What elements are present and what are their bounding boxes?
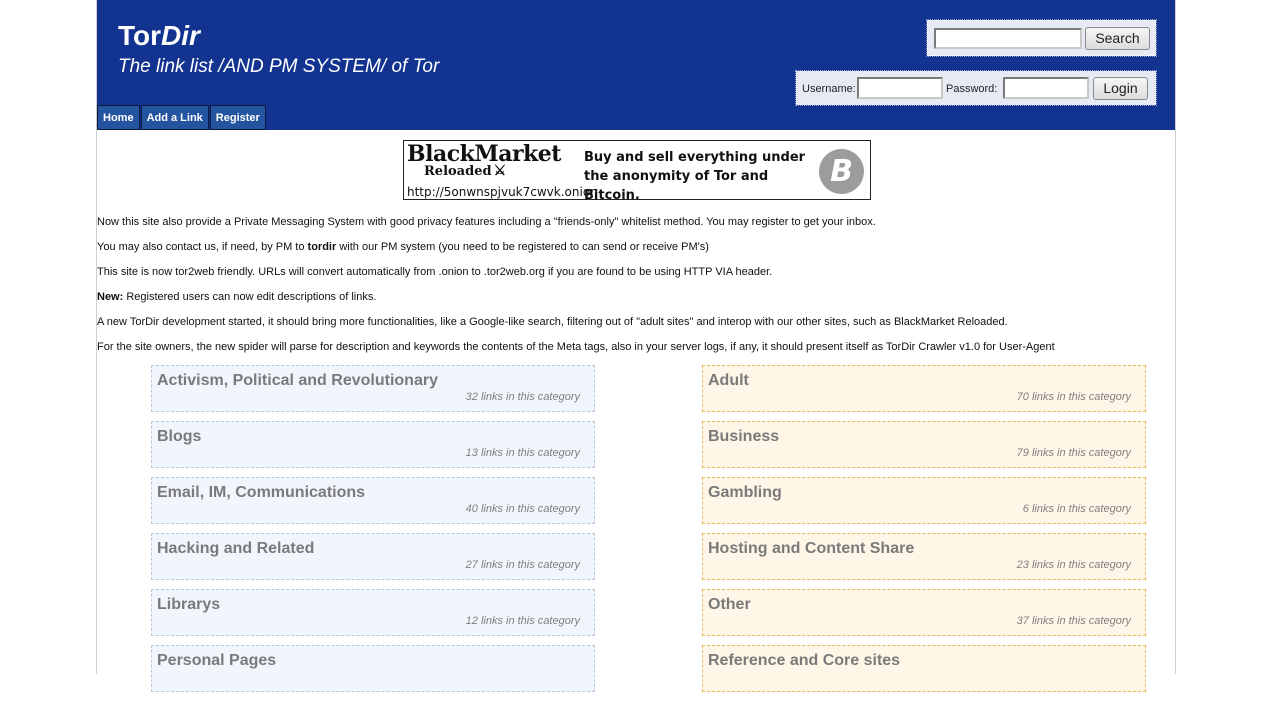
search-button[interactable]: Search — [1085, 27, 1150, 50]
notice-text: A new TorDir development started, it sho… — [97, 316, 1008, 328]
banner-logo-sub-text: Reloaded — [424, 164, 492, 179]
bitcoin-icon: B — [819, 149, 864, 194]
category-name[interactable]: Hosting and Content Share — [708, 540, 914, 558]
category-name[interactable]: Activism, Political and Revolutionary — [157, 372, 438, 390]
category-name[interactable]: Librarys — [157, 596, 220, 614]
username-input[interactable] — [857, 77, 943, 99]
category-name[interactable]: Adult — [708, 372, 749, 390]
category-count: 79 links in this category — [1016, 447, 1131, 459]
notice-text: You may also contact us, if need, by PM … — [97, 241, 308, 253]
site-title-plain: Tor — [118, 20, 162, 51]
banner-logo-subtitle: Reloaded ⚔ — [424, 163, 506, 179]
category-column-right: Adult 70 links in this category Business 7… — [702, 365, 1146, 701]
category-name[interactable]: Email, IM, Communications — [157, 484, 365, 502]
category-name[interactable]: Blogs — [157, 428, 201, 446]
category-name[interactable]: Other — [708, 596, 751, 614]
password-input[interactable] — [1003, 77, 1089, 99]
banner-url: http://5onwnspjvuk7cwvk.onion — [407, 185, 598, 199]
category-column-left: Activism, Political and Revolutionary 32 … — [151, 365, 595, 701]
category-item[interactable]: Hosting and Content Share 23 links in thi… — [702, 533, 1146, 580]
password-label: Password: — [946, 83, 998, 95]
notice-contact: You may also contact us, if need, by PM … — [97, 241, 1175, 266]
notice-new-feature: New: Registered users can now edit descr… — [97, 291, 1175, 316]
category-name[interactable]: Business — [708, 428, 779, 446]
category-count: 27 links in this category — [465, 559, 580, 571]
category-name[interactable]: Gambling — [708, 484, 782, 502]
category-item[interactable]: Personal Pages — [151, 645, 595, 692]
category-item[interactable]: Activism, Political and Revolutionary 32 … — [151, 365, 595, 412]
nav-add-link[interactable]: Add a Link — [140, 105, 209, 130]
category-item[interactable]: Other 37 links in this category — [702, 589, 1146, 636]
main-nav: Home Add a Link Register — [97, 105, 267, 130]
notice-text: Registered users can now edit descriptio… — [123, 291, 377, 303]
category-name[interactable]: Personal Pages — [157, 652, 276, 670]
notice-site-owners: For the site owners, the new spider will… — [97, 341, 1175, 366]
category-count: 37 links in this category — [1016, 615, 1131, 627]
category-item[interactable]: Email, IM, Communications 40 links in thi… — [151, 477, 595, 524]
nav-register[interactable]: Register — [209, 105, 266, 130]
notice-development: A new TorDir development started, it sho… — [97, 316, 1175, 341]
category-item[interactable]: Business 79 links in this category — [702, 421, 1146, 468]
notice-pm-system: Now this site also provide a Private Mes… — [97, 216, 1175, 241]
category-name[interactable]: Reference and Core sites — [708, 652, 900, 670]
category-item[interactable]: Hacking and Related 27 links in this cate… — [151, 533, 595, 580]
search-form: Search — [926, 19, 1157, 57]
category-count: 32 links in this category — [465, 391, 580, 403]
site-tagline: The link list /AND PM SYSTEM/ of Tor — [118, 56, 440, 77]
notice-text: Now this site also provide a Private Mes… — [97, 216, 876, 228]
category-item[interactable]: Adult 70 links in this category — [702, 365, 1146, 412]
banner-text: Buy and sell everything under the anonym… — [584, 150, 806, 203]
page-container: TorDir The link list /AND PM SYSTEM/ of … — [96, 0, 1176, 692]
category-count: 70 links in this category — [1016, 391, 1131, 403]
notice-tor2web: This site is now tor2web friendly. URLs … — [97, 266, 1175, 291]
site-title[interactable]: TorDir — [118, 20, 200, 52]
notices: Now this site also provide a Private Mes… — [97, 216, 1175, 366]
category-item[interactable]: Blogs 13 links in this category — [151, 421, 595, 468]
category-item[interactable]: Gambling 6 links in this category — [702, 477, 1146, 524]
notice-bold-label: New: — [97, 291, 124, 303]
notice-text: with our PM system (you need to be regis… — [336, 241, 709, 253]
site-header: TorDir The link list /AND PM SYSTEM/ of … — [97, 0, 1175, 130]
category-count: 13 links in this category — [465, 447, 580, 459]
username-label: Username: — [802, 83, 856, 95]
notice-text: This site is now tor2web friendly. URLs … — [97, 266, 773, 278]
category-item[interactable]: Librarys 12 links in this category — [151, 589, 595, 636]
notice-text: For the site owners, the new spider will… — [97, 341, 1055, 353]
category-name[interactable]: Hacking and Related — [157, 540, 314, 558]
search-input[interactable] — [934, 28, 1082, 49]
category-count: 40 links in this category — [465, 503, 580, 515]
login-form: Username: Password: Login — [795, 70, 1157, 106]
crossed-swords-icon: ⚔ — [493, 163, 507, 179]
category-count: 12 links in this category — [465, 615, 580, 627]
notice-bold-user: tordir — [307, 241, 337, 253]
category-item[interactable]: Reference and Core sites — [702, 645, 1146, 692]
site-title-italic: Dir — [161, 20, 200, 51]
category-count: 23 links in this category — [1016, 559, 1131, 571]
login-button[interactable]: Login — [1093, 77, 1148, 100]
blackmarket-banner-ad[interactable]: BlackMarket Reloaded ⚔ http://5onwnspjvuk… — [403, 140, 871, 203]
nav-home[interactable]: Home — [97, 105, 140, 130]
category-count: 6 links in this category — [1022, 503, 1131, 515]
